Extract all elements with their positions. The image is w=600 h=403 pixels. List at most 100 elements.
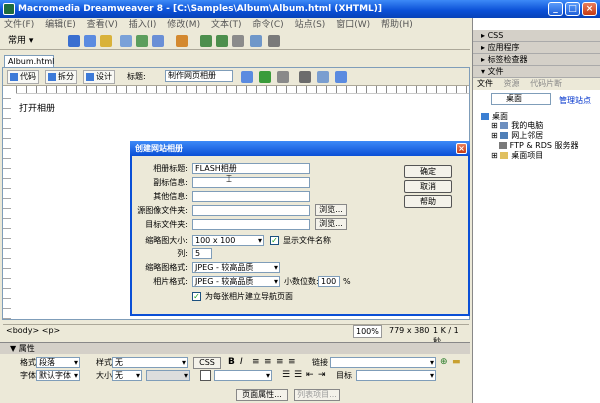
link-input[interactable] — [330, 357, 436, 368]
dreamweaver-app-icon — [3, 3, 15, 15]
design-view-button[interactable]: 设计 — [83, 70, 115, 84]
tab-files[interactable]: 文件 — [477, 79, 493, 88]
size-select[interactable]: 无 — [112, 370, 142, 381]
split-view-button[interactable]: 拆分 — [45, 70, 77, 84]
browse-destination-button[interactable]: 浏览... — [315, 218, 347, 230]
file-management-icon[interactable] — [241, 71, 253, 83]
css-button[interactable]: CSS — [193, 357, 221, 369]
thumbnail-size-select[interactable]: 100 x 100 — [192, 235, 264, 246]
maximize-button[interactable]: □ — [565, 2, 580, 16]
tab-snippets[interactable]: 代码片断 — [530, 79, 562, 88]
desktop-icon — [481, 113, 489, 120]
ok-button[interactable]: 确定 — [404, 165, 452, 178]
text-color-swatch[interactable] — [200, 370, 211, 381]
other-info-input[interactable] — [192, 191, 310, 202]
browse-folder-icon[interactable]: ▬ — [452, 357, 461, 367]
show-filenames-checkbox[interactable]: ✓ — [270, 236, 279, 245]
tag-inspector-panel-header[interactable]: ▸ 标签检查器 — [473, 54, 600, 66]
menu-edit[interactable]: 编辑(E) — [45, 20, 76, 30]
tree-item-my-computer[interactable]: ⊞ 我的电脑 — [491, 121, 543, 130]
text-color-input[interactable] — [214, 370, 272, 381]
image-icon[interactable] — [152, 35, 164, 47]
minimize-button[interactable]: _ — [548, 2, 563, 16]
insert-category-dropdown[interactable]: 常用 ▾ — [4, 34, 37, 48]
cancel-button[interactable]: 取消 — [404, 180, 452, 193]
page-title-input[interactable]: 制作网页相册 — [165, 70, 233, 82]
table-icon[interactable] — [120, 35, 132, 47]
editor-body-text[interactable]: 打开相册 — [19, 101, 55, 114]
help-button[interactable]: 帮助 — [404, 195, 452, 208]
hyperlink-icon[interactable] — [68, 35, 80, 47]
code-view-button[interactable]: 代码 — [7, 70, 39, 84]
outdent-icon[interactable]: ⇤ — [306, 370, 314, 380]
columns-input[interactable]: 5 — [192, 248, 212, 259]
subtitle-input[interactable] — [192, 177, 310, 188]
menu-text[interactable]: 文本(T) — [211, 20, 242, 30]
manage-sites-link[interactable]: 管理站点 — [559, 95, 591, 106]
menu-help[interactable]: 帮助(H) — [381, 20, 413, 30]
preview-browser-icon[interactable] — [259, 71, 271, 83]
email-link-icon[interactable] — [84, 35, 96, 47]
date-icon[interactable] — [200, 35, 212, 47]
bold-button[interactable]: B — [228, 357, 235, 367]
menu-file[interactable]: 文件(F) — [4, 20, 34, 30]
scale-input[interactable]: 100 — [318, 276, 340, 287]
tab-assets[interactable]: 资源 — [504, 79, 520, 88]
source-folder-input[interactable] — [192, 205, 310, 216]
indent-icon[interactable]: ⇥ — [318, 370, 326, 380]
menu-site[interactable]: 站点(S) — [295, 20, 326, 30]
dialog-close-button[interactable]: × — [456, 143, 467, 154]
site-select[interactable]: 桌面 — [491, 93, 551, 105]
format-select[interactable]: 段落 — [36, 357, 80, 368]
photo-format-select[interactable]: JPEG - 较高品质 — [192, 276, 280, 287]
close-button[interactable]: × — [582, 2, 597, 16]
tag-chooser-icon[interactable] — [268, 35, 280, 47]
zoom-select[interactable]: 100% — [353, 325, 382, 338]
menu-window[interactable]: 窗口(W) — [336, 20, 370, 30]
css-panel-header[interactable]: ▸ CSS — [473, 30, 600, 42]
align-left-icon[interactable]: ≡ — [252, 357, 260, 367]
tag-selector[interactable]: <body> <p> — [6, 325, 60, 336]
list-item-button[interactable]: 列表项目... — [294, 389, 340, 401]
layer-icon[interactable] — [136, 35, 148, 47]
tree-item-desktop[interactable]: 桌面 — [481, 112, 508, 121]
application-panel-header[interactable]: ▸ 应用程序 — [473, 42, 600, 54]
dialog-title: 创建网站相册 — [135, 144, 183, 153]
menu-commands[interactable]: 命令(C) — [252, 20, 283, 30]
unordered-list-icon[interactable]: ☰ — [282, 370, 290, 380]
validate-icon[interactable] — [277, 71, 289, 83]
thumbnail-format-select[interactable]: JPEG - 较高品质 — [192, 262, 280, 273]
files-panel-header[interactable]: ▾ 文件 — [473, 66, 600, 78]
font-select[interactable]: 默认字体 — [36, 370, 80, 381]
tree-item-ftp-rds[interactable]: FTP & RDS 服务器 — [491, 141, 578, 150]
menu-insert[interactable]: 插入(I) — [129, 20, 157, 30]
tree-item-network[interactable]: ⊞ 网上邻居 — [491, 131, 543, 140]
italic-button[interactable]: I — [240, 357, 243, 367]
destination-folder-input[interactable] — [192, 219, 310, 230]
menu-view[interactable]: 查看(V) — [87, 20, 118, 30]
page-properties-button[interactable]: 页面属性... — [236, 389, 288, 401]
justify-icon[interactable]: ≡ — [288, 357, 296, 367]
browse-source-button[interactable]: 浏览... — [315, 204, 347, 216]
align-right-icon[interactable]: ≡ — [276, 357, 284, 367]
window-size[interactable]: 779 x 380 — [389, 325, 429, 336]
album-title-input[interactable]: FLASH相册 — [192, 163, 310, 174]
visual-aids-icon[interactable] — [335, 71, 347, 83]
ordered-list-icon[interactable]: ☰ — [294, 370, 302, 380]
server-include-icon[interactable] — [216, 35, 228, 47]
target-select[interactable] — [356, 370, 436, 381]
align-center-icon[interactable]: ≡ — [264, 357, 272, 367]
menu-modify[interactable]: 修改(M) — [167, 20, 200, 30]
style-select[interactable]: 无 — [112, 357, 188, 368]
size-unit-select[interactable] — [146, 370, 190, 381]
named-anchor-icon[interactable] — [100, 35, 112, 47]
head-icon[interactable] — [250, 35, 262, 47]
view-options-icon[interactable] — [317, 71, 329, 83]
refresh-icon[interactable] — [299, 71, 311, 83]
point-to-file-icon[interactable]: ⊕ — [440, 357, 448, 367]
tree-item-desktop-items[interactable]: ⊞ 桌面项目 — [491, 151, 543, 160]
properties-panel-header[interactable]: ▼ 属性 — [0, 342, 470, 354]
comment-icon[interactable] — [232, 35, 244, 47]
nav-pages-checkbox[interactable]: ✓ — [192, 292, 201, 301]
media-icon[interactable] — [176, 35, 188, 47]
